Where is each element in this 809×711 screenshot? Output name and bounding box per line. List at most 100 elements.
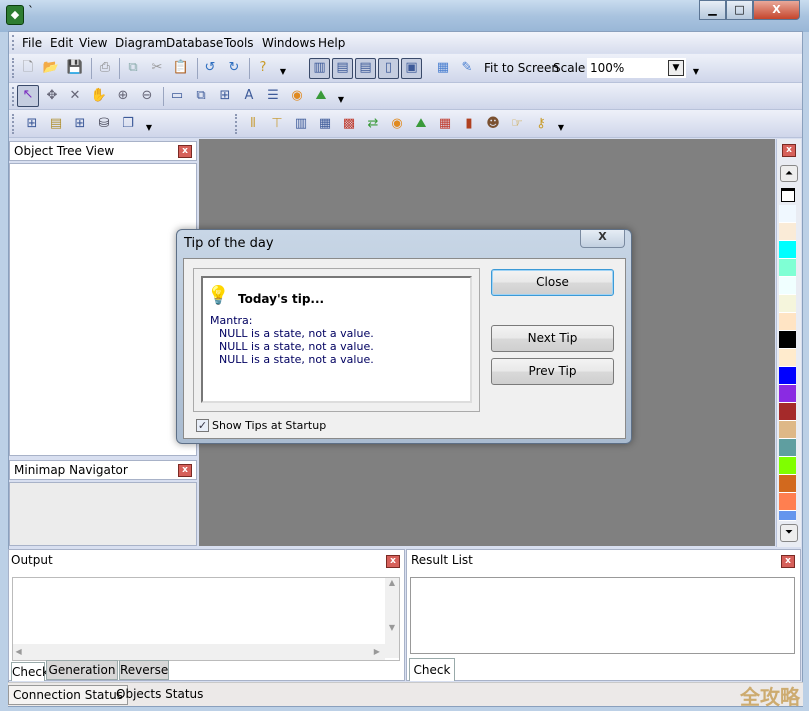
- menu-view[interactable]: View: [79, 36, 107, 50]
- scroll-down-icon[interactable]: ⏷: [780, 524, 798, 542]
- help-icon[interactable]: ?: [254, 59, 272, 77]
- dropdown-arrow-icon[interactable]: ▼: [552, 119, 570, 137]
- close-icon[interactable]: x: [781, 555, 795, 568]
- move-icon[interactable]: ✥: [43, 87, 61, 105]
- new-file-icon[interactable]: 🗋: [19, 59, 37, 77]
- close-icon[interactable]: x: [178, 464, 192, 477]
- close-icon[interactable]: x: [178, 145, 192, 158]
- validate-icon[interactable]: ⊞: [71, 115, 89, 133]
- color-swatch[interactable]: [779, 295, 796, 313]
- color-swatch[interactable]: [779, 439, 796, 457]
- picture-icon[interactable]: ⛰: [412, 115, 430, 133]
- text-note-icon[interactable]: A: [240, 87, 258, 105]
- color-swatch[interactable]: [779, 421, 796, 439]
- color-swatch[interactable]: [779, 493, 796, 511]
- paste-icon[interactable]: 📋: [172, 59, 190, 77]
- shape-icon[interactable]: ◉: [288, 87, 306, 105]
- pages-icon[interactable]: ❐: [119, 115, 137, 133]
- delete-icon[interactable]: ✕: [66, 87, 84, 105]
- output-text[interactable]: ▲ ▼ ◀ ▶: [12, 577, 400, 661]
- check-model-icon[interactable]: ⊞: [23, 115, 41, 133]
- menu-diagram[interactable]: Diagram: [115, 36, 167, 50]
- close-window-button[interactable]: X: [753, 0, 800, 20]
- grid-layout-icon[interactable]: ▦: [316, 115, 334, 133]
- hierarchy-icon[interactable]: ⊤: [268, 115, 286, 133]
- copy-icon[interactable]: ⧉: [124, 59, 142, 77]
- generate-icon[interactable]: ▩: [340, 115, 358, 133]
- zoom-out-icon[interactable]: ⊖: [138, 87, 156, 105]
- reverse-icon[interactable]: ⇄: [364, 115, 382, 133]
- menu-database[interactable]: Database: [166, 36, 223, 50]
- pin-icon[interactable]: ✎: [458, 59, 476, 77]
- color-swatch[interactable]: [779, 349, 796, 367]
- image-icon[interactable]: ⛰: [312, 87, 330, 105]
- view-mode-2-icon[interactable]: ▤: [332, 58, 353, 79]
- dialog-close-x-button[interactable]: X: [580, 230, 625, 248]
- show-tips-checkbox[interactable]: ✓: [196, 419, 209, 432]
- horizontal-scrollbar[interactable]: ◀ ▶: [13, 644, 385, 660]
- color-swatch[interactable]: [779, 385, 796, 403]
- layer-icon[interactable]: ☰: [264, 87, 282, 105]
- color-swatch[interactable]: [779, 331, 796, 349]
- chevron-down-icon[interactable]: ▼: [668, 60, 684, 76]
- color-swatch[interactable]: [779, 205, 796, 223]
- app-icon[interactable]: ◆: [6, 5, 24, 25]
- table-grid-icon[interactable]: ▦: [436, 115, 454, 133]
- tab-check[interactable]: Check: [409, 658, 455, 681]
- vertical-scrollbar[interactable]: ▲ ▼: [385, 578, 399, 658]
- object-tree[interactable]: [9, 163, 197, 456]
- color-swatch[interactable]: [779, 241, 796, 259]
- cut-icon[interactable]: ✂: [148, 59, 166, 77]
- select-pointer-icon[interactable]: ↖: [17, 85, 39, 107]
- books-icon[interactable]: ▮: [460, 115, 478, 133]
- scroll-up-icon[interactable]: ⏶: [780, 165, 798, 182]
- menu-windows[interactable]: Windows: [262, 36, 316, 50]
- save-icon[interactable]: 💾: [66, 59, 84, 77]
- view-mode-5-icon[interactable]: ▣: [401, 58, 422, 79]
- table-icon[interactable]: ▭: [168, 87, 186, 105]
- print-icon[interactable]: ⎙: [96, 59, 114, 77]
- dropdown-arrow-icon[interactable]: ▼: [332, 91, 350, 109]
- color-swatch[interactable]: [779, 457, 796, 475]
- fit-to-screen-button[interactable]: Fit to Screen: [484, 61, 559, 75]
- color-swatch[interactable]: [779, 313, 796, 331]
- objects-status[interactable]: Objects Status: [116, 687, 203, 701]
- connection-status[interactable]: Connection Status: [8, 685, 128, 705]
- view-mode-4-icon[interactable]: ▯: [378, 58, 399, 79]
- zoom-in-icon[interactable]: ⊕: [114, 87, 132, 105]
- menu-tools[interactable]: Tools: [224, 36, 254, 50]
- pointer-hand-icon[interactable]: ☞: [508, 115, 526, 133]
- color-swatch[interactable]: [779, 367, 796, 385]
- relation-icon[interactable]: ⧉: [192, 87, 210, 105]
- view-mode-1-icon[interactable]: ▥: [309, 58, 330, 79]
- no-color-icon[interactable]: [781, 188, 795, 202]
- open-folder-icon[interactable]: 📂: [42, 59, 60, 77]
- object-icon[interactable]: ◉: [388, 115, 406, 133]
- align-icon[interactable]: ⫴: [244, 115, 262, 133]
- menu-edit[interactable]: Edit: [50, 36, 73, 50]
- tab-check[interactable]: Check: [11, 662, 49, 681]
- report-icon[interactable]: ▤: [47, 115, 65, 133]
- result-list[interactable]: [410, 577, 795, 654]
- color-swatch[interactable]: [779, 511, 796, 521]
- next-tip-button[interactable]: Next Tip: [491, 325, 614, 352]
- dropdown-arrow-icon[interactable]: ▼: [687, 63, 705, 81]
- close-button[interactable]: Close: [491, 269, 614, 296]
- close-icon[interactable]: x: [782, 144, 796, 157]
- color-swatch[interactable]: [779, 223, 796, 241]
- prev-tip-button[interactable]: Prev Tip: [491, 358, 614, 385]
- dropdown-arrow-icon[interactable]: ▼: [274, 63, 292, 81]
- view-mode-3-icon[interactable]: ▤: [355, 58, 376, 79]
- color-swatch[interactable]: [779, 259, 796, 277]
- menu-help[interactable]: Help: [318, 36, 345, 50]
- columns-icon[interactable]: ▥: [292, 115, 310, 133]
- color-swatch[interactable]: [779, 277, 796, 295]
- inheritance-icon[interactable]: ⊞: [216, 87, 234, 105]
- scale-select[interactable]: 100% ▼: [587, 58, 686, 78]
- dropdown-arrow-icon[interactable]: ▼: [140, 119, 158, 137]
- minimap[interactable]: [9, 482, 197, 546]
- key-icon[interactable]: ⚷: [532, 115, 550, 133]
- minimize-button[interactable]: ▁: [699, 0, 726, 20]
- maximize-button[interactable]: □: [726, 0, 753, 20]
- color-swatch[interactable]: [779, 403, 796, 421]
